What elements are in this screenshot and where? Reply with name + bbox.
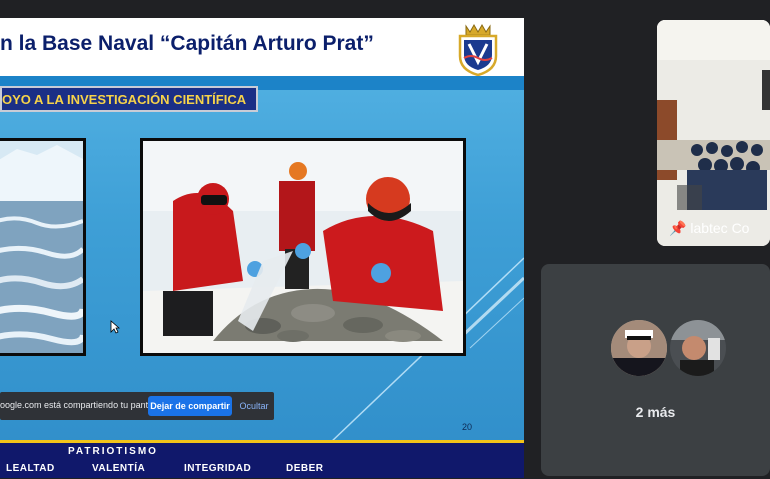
pin-icon: 📌 [669,220,687,236]
navy-crest-logo [456,22,500,77]
more-participants-tile[interactable]: 2 más [541,264,770,476]
participant-name: labtec Co [690,220,750,236]
mouse-cursor-icon [110,320,120,334]
value-lealtad: LEALTAD [6,463,55,474]
value-deber: DEBER [286,463,324,474]
share-notification-text: oogle.com está compartiendo tu pantalla. [0,400,165,410]
screen-share-notification: oogle.com está compartiendo tu pantalla.… [0,392,274,420]
slide-header: n la Base Naval “Capitán Arturo Prat” [0,18,524,77]
section-banner: OYO A LA INVESTIGACIÓN CIENTÍFICA [0,86,258,112]
stop-sharing-button[interactable]: Dejar de compartir [148,396,232,416]
section-banner-text: OYO A LA INVESTIGACIÓN CIENTÍFICA [2,92,247,107]
researchers-photo [140,138,466,356]
participant-avatar-officer [609,318,669,378]
slide-page-number: 20 [462,422,473,432]
value-integridad: INTEGRIDAD [184,463,252,474]
slide-footer: PATRIOTISMO LEALTAD VALENTÍA INTEGRIDAD … [0,440,524,478]
presentation-slide: n la Base Naval “Capitán Arturo Prat” OY… [0,18,524,478]
participant-avatar-user [668,318,728,378]
slide-title: n la Base Naval “Capitán Arturo Prat” [0,32,374,55]
value-patriotismo: PATRIOTISMO [68,446,158,457]
glacier-photo [0,138,86,356]
value-valentia: VALENTÍA [92,463,146,474]
more-participants-label: 2 más [635,404,676,420]
participant-camera-tile[interactable]: 📌 labtec Co [657,20,770,246]
hide-button[interactable]: Ocultar [238,396,270,416]
camera-tile-label-row: 📌 labtec Co [669,220,749,237]
